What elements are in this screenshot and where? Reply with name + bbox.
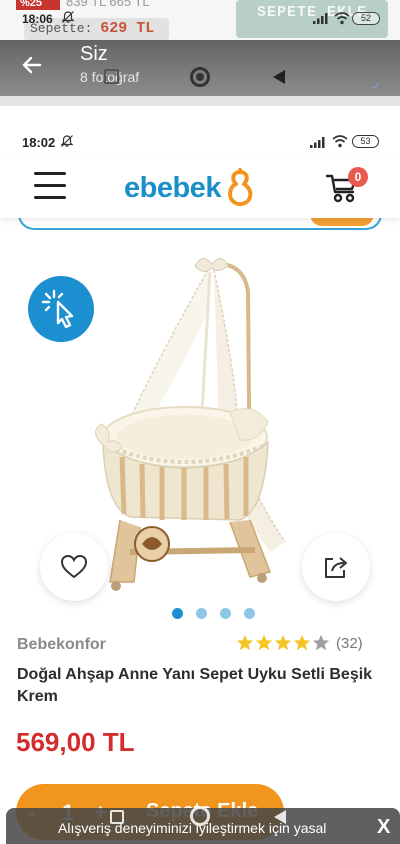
inner-status-time: 18:02 [22,135,56,150]
hamburger-icon[interactable] [34,172,66,200]
product-image[interactable] [90,252,320,602]
separator-white [0,106,400,124]
outer-status-time: 18:06 [22,12,53,26]
message-timestamp: 18:04 [334,82,362,94]
carousel-dot[interactable] [196,608,207,619]
viewer-title: Siz [80,43,108,65]
product-brand[interactable]: Bebekonfor [17,636,106,654]
ghost-back-icon [273,70,285,84]
logo-text: ebebek [124,171,221,204]
review-count[interactable]: (32) [336,635,363,652]
star-icon [312,634,330,651]
star-icon [274,634,292,651]
star-icon [236,634,254,651]
heart-icon [60,554,88,579]
signal-icon [313,13,328,24]
cart-count-badge: 0 [348,167,368,187]
ghost-home-icon [190,67,210,87]
carousel-dot[interactable] [220,608,231,619]
battery-indicator: 53 [352,135,379,148]
viewer-header: Siz 8 fotoğraf 18:04 ✓ [0,40,400,96]
carousel-dots [172,608,255,620]
star-icon [255,634,273,651]
outer-status-bar: 18:06 52 [0,0,400,40]
favorite-button[interactable] [40,533,108,601]
bell-off-icon [61,11,75,23]
product-rating[interactable]: (32) [236,634,363,652]
read-check-icon: ✓ [372,81,382,93]
wifi-icon [334,12,350,25]
ghost-recents-icon [104,69,119,84]
battery-indicator: 52 [352,12,380,25]
app-header: ebebek 0 [0,158,400,218]
home-icon[interactable] [190,806,210,826]
product-price: 569,00 TL [16,727,135,757]
carousel-dot[interactable] [244,608,255,619]
recents-icon[interactable] [110,810,124,824]
carousel-dot[interactable] [172,608,183,619]
bell-off-icon [60,135,74,147]
ebebek-logo[interactable]: ebebek [124,166,256,210]
inner-status-bar: 18:02 53 [0,124,400,158]
product-title: Doğal Ahşap Anne Yanı Sepet Uyku Setli B… [17,666,373,705]
arrow-left-icon[interactable] [20,53,44,77]
signal-icon [310,137,325,148]
back-icon[interactable] [274,810,286,824]
touch-pointer-icon[interactable] [28,276,94,342]
share-icon [325,557,347,578]
separator [0,96,400,106]
logo-mark-icon [228,168,253,207]
share-button[interactable] [302,533,370,601]
wifi-icon [332,135,348,148]
close-icon[interactable]: X [377,816,390,839]
star-icon [293,634,311,651]
